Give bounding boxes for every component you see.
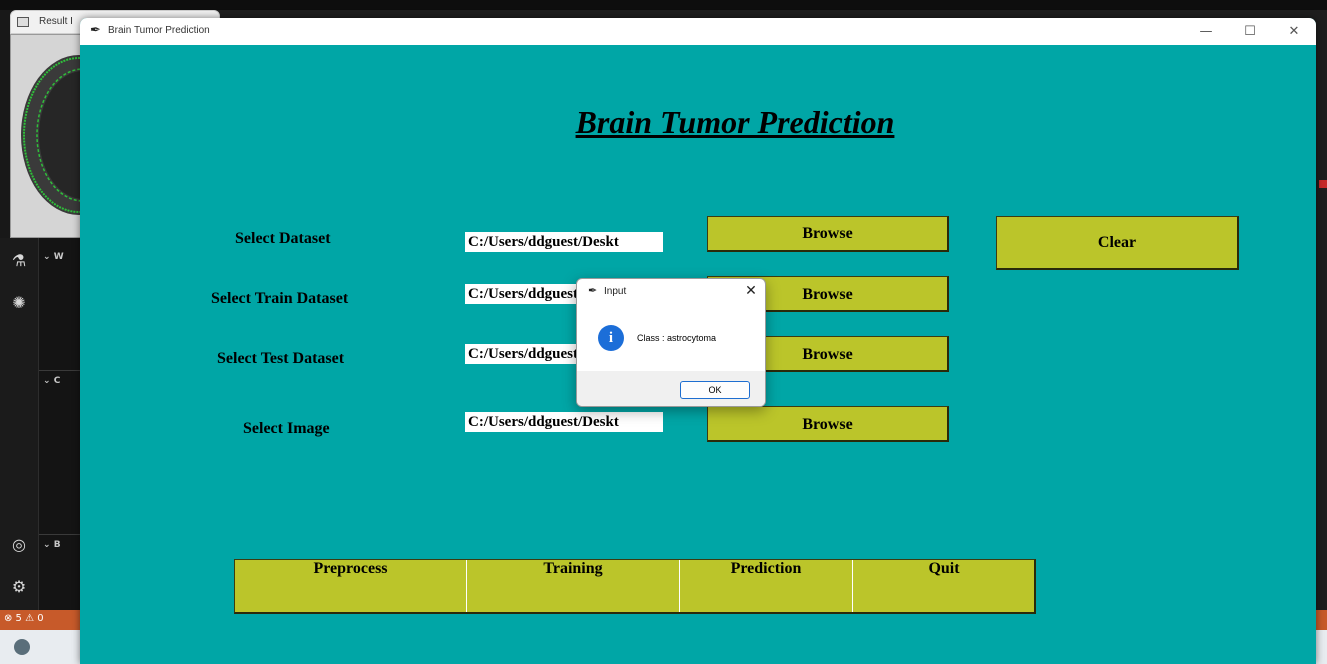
quit-button[interactable]: Quit	[853, 560, 1035, 612]
browse-image-button[interactable]: Browse	[707, 406, 949, 442]
panel-section-1[interactable]: ⌄ W	[43, 252, 64, 262]
label-select-image: Select Image	[243, 420, 330, 437]
info-icon: i	[598, 325, 624, 351]
title-bar[interactable]: ✒ Brain Tumor Prediction — ☐ ✕	[80, 18, 1316, 45]
problems-count[interactable]: ⊗ 5 ⚠ 0	[4, 613, 44, 624]
preprocess-button[interactable]: Preprocess	[235, 560, 467, 612]
image-path-field[interactable]: C:/Users/ddguest/Deskt	[465, 412, 663, 432]
dialog-feather-icon: ✒	[588, 284, 598, 297]
account-icon[interactable]: ◎	[10, 536, 28, 554]
panel-divider	[39, 534, 83, 535]
label-select-train-dataset: Select Train Dataset	[211, 290, 349, 307]
image-window-icon	[17, 17, 29, 27]
result-tab-label: Result I	[39, 16, 73, 27]
dialog-message: Class : astrocytoma	[637, 333, 717, 343]
flask-icon[interactable]: ⚗	[10, 252, 28, 270]
label-select-dataset: Select Dataset	[235, 230, 331, 247]
panel-divider	[39, 370, 83, 371]
settings-gear-icon[interactable]: ⚙	[10, 578, 28, 596]
tk-feather-icon: ✒	[90, 23, 101, 38]
browse-dataset-button[interactable]: Browse	[707, 216, 949, 252]
dialog-title: Input	[604, 286, 627, 297]
desktop-top-strip	[0, 0, 1327, 10]
browser-icon[interactable]	[14, 639, 30, 655]
input-dialog: ✒ Input ✕ i Class : astrocytoma OK	[576, 278, 766, 407]
training-button[interactable]: Training	[467, 560, 680, 612]
side-panel: ⌄ W ⌄ C ⌄ B	[38, 238, 83, 610]
panel-section-3[interactable]: ⌄ B	[43, 540, 61, 550]
label-select-test-dataset: Select Test Dataset	[217, 350, 345, 367]
dataset-path-field[interactable]: C:/Users/ddguest/Deskt	[465, 232, 663, 252]
action-button-bar: Preprocess Training Prediction Quit	[234, 559, 1036, 614]
ok-button[interactable]: OK	[680, 381, 750, 399]
dialog-footer: OK	[577, 371, 765, 406]
window-title: Brain Tumor Prediction	[108, 25, 210, 36]
chat-icon[interactable]: ✺	[10, 294, 28, 312]
prediction-button[interactable]: Prediction	[680, 560, 853, 612]
page-title: Brain Tumor Prediction	[575, 104, 895, 140]
minimize-button[interactable]: —	[1184, 18, 1228, 45]
dialog-close-button[interactable]: ✕	[739, 281, 763, 301]
clear-button[interactable]: Clear	[996, 216, 1239, 270]
activity-bar: ⚗ ✺ ◎ ⚙	[0, 238, 38, 610]
mri-preview-image	[10, 34, 84, 238]
maximize-button[interactable]: ☐	[1228, 18, 1272, 45]
close-button[interactable]: ✕	[1272, 18, 1316, 45]
panel-section-2[interactable]: ⌄ C	[43, 376, 60, 386]
scrollbar-marker	[1319, 180, 1327, 188]
